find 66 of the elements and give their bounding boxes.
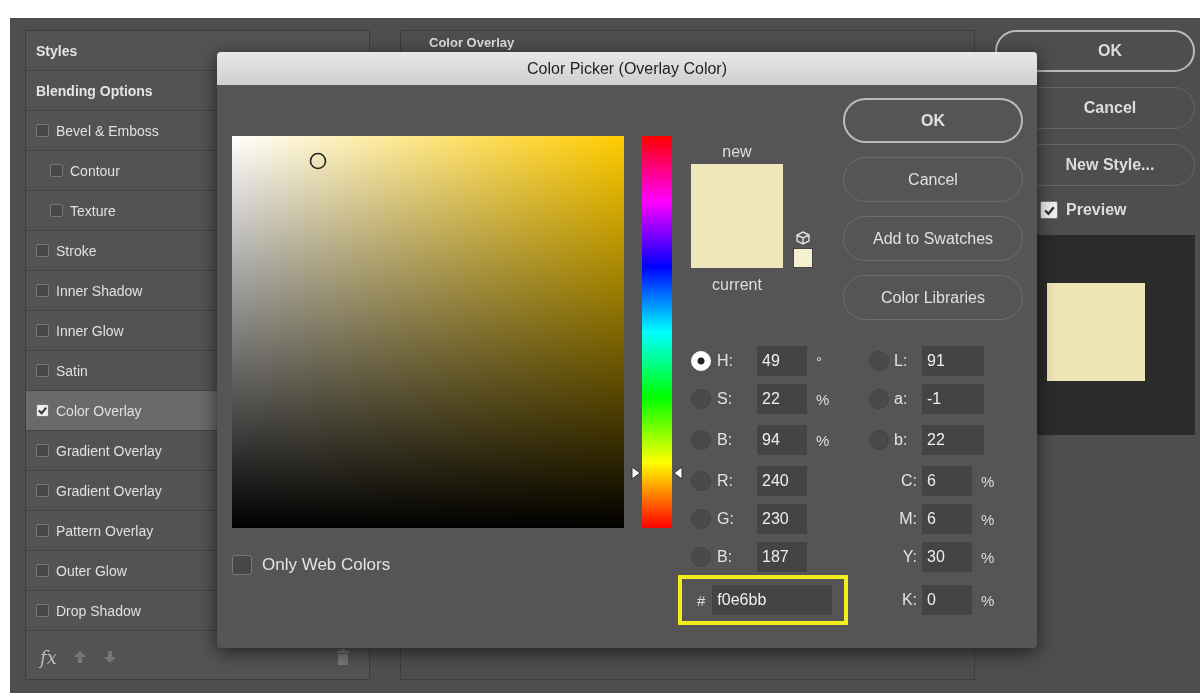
preview-checkbox[interactable] [1040, 201, 1058, 219]
checkbox[interactable] [50, 204, 63, 217]
field-label: R: [716, 472, 734, 490]
checkbox[interactable] [36, 524, 49, 537]
current-label: current [711, 276, 763, 294]
field-label: L: [893, 352, 909, 370]
value-field[interactable]: 94 [757, 425, 807, 455]
field-label: G: [716, 510, 735, 528]
value-field[interactable]: 91 [922, 346, 984, 376]
window-title: Color Picker (Overlay Color) [526, 59, 727, 78]
color-marker-icon [309, 152, 327, 170]
panel-title: Color Overlay [429, 35, 515, 50]
field-label: K: [900, 591, 918, 609]
checkmark-icon [37, 405, 48, 416]
preview-label: Preview [1066, 201, 1127, 219]
value-field[interactable]: 22 [922, 425, 984, 455]
field-label: a: [893, 390, 909, 408]
checkbox[interactable] [36, 284, 49, 297]
field-label: H: [716, 352, 734, 370]
unit-label: % [981, 591, 995, 609]
value-field[interactable]: 49 [757, 346, 807, 376]
hue-slider-thumb[interactable] [631, 466, 683, 481]
dialog-button[interactable]: OK [843, 98, 1023, 143]
field-label: B: [716, 548, 734, 566]
value-field[interactable]: 187 [757, 542, 807, 572]
checkbox[interactable] [36, 364, 49, 377]
fx-button[interactable]: fx [40, 646, 57, 668]
value-field[interactable]: 240 [757, 466, 807, 496]
unit-label: % [816, 390, 830, 408]
checkbox[interactable] [36, 124, 49, 137]
cube-icon [796, 231, 810, 245]
value-field[interactable]: 22 [757, 384, 807, 414]
hex-field[interactable]: f0e6bb [712, 585, 833, 615]
checkbox[interactable] [36, 564, 49, 577]
field-label: C: [900, 472, 918, 490]
unit-label: ° [816, 352, 822, 370]
value-field[interactable]: 0 [922, 585, 972, 615]
checkbox[interactable] [36, 604, 49, 617]
value-field[interactable]: 30 [922, 542, 972, 572]
field-label: b: [893, 431, 909, 449]
new-label: new [721, 143, 753, 161]
checkbox[interactable] [36, 444, 49, 457]
unit-label: % [981, 510, 995, 528]
web-safe-swatch[interactable] [793, 248, 813, 268]
value-field[interactable]: 6 [922, 504, 972, 534]
checkbox[interactable] [36, 404, 49, 417]
field-label: B: [716, 431, 734, 449]
unit-label: % [981, 472, 995, 490]
checkbox[interactable] [36, 244, 49, 257]
value-field[interactable]: 6 [922, 466, 972, 496]
checkbox[interactable] [50, 164, 63, 177]
field-label: S: [716, 390, 734, 408]
arrow-down-icon[interactable] [102, 650, 117, 664]
arrow-up-icon[interactable] [72, 650, 87, 664]
checkbox[interactable] [36, 324, 49, 337]
checkbox[interactable] [232, 555, 252, 575]
field-label: M: [898, 510, 918, 528]
field-label: Y: [901, 548, 918, 566]
trash-icon[interactable] [337, 649, 349, 665]
unit-label: % [816, 431, 830, 449]
value-field[interactable]: -1 [922, 384, 984, 414]
unit-label: % [981, 548, 995, 566]
checkbox[interactable] [36, 484, 49, 497]
value-field[interactable]: 230 [757, 504, 807, 534]
field-label: # [697, 591, 706, 609]
color-field[interactable] [232, 136, 624, 528]
